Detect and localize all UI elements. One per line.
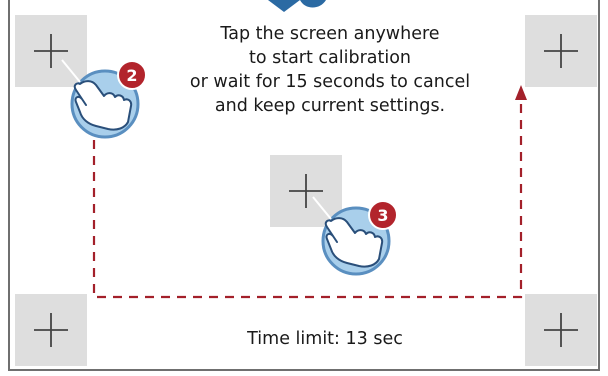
step-badge-3: 3 xyxy=(368,200,398,230)
svg-text:2: 2 xyxy=(126,66,137,85)
step-indicators: 2 3 xyxy=(61,59,398,276)
svg-text:3: 3 xyxy=(377,206,388,225)
step-badge-2: 2 xyxy=(117,60,147,90)
